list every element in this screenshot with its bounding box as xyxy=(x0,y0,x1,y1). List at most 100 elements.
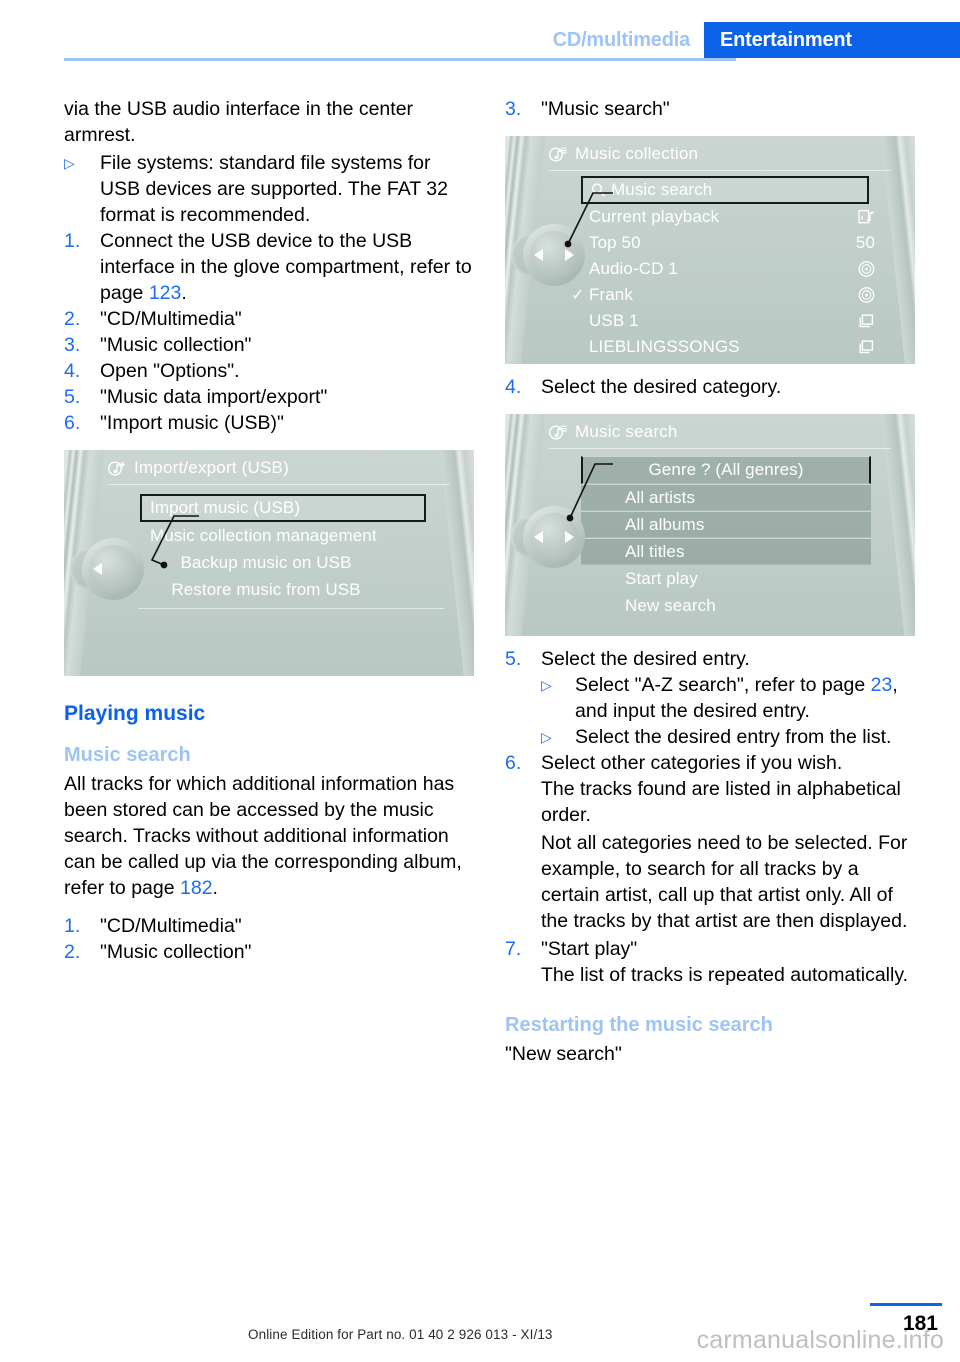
menu-item-label: Top 50 xyxy=(589,233,641,252)
menu-item-label: New search xyxy=(625,595,716,615)
music-search-description: All tracks for which additional informat… xyxy=(64,771,474,901)
knob-center-dots: ··· xyxy=(548,532,560,542)
menu-item-label: All artists xyxy=(625,487,696,507)
menu-item-usb-1[interactable]: USB 1 xyxy=(549,308,877,334)
step-marker: 7. xyxy=(505,938,522,960)
menu-item-all-albums[interactable]: All albums xyxy=(581,511,871,538)
screenshot-music-search: Music search Genre ? (All genres) All ar… xyxy=(505,414,915,636)
menu-item-frank[interactable]: ✓ Frank xyxy=(549,282,877,308)
list-item: 6. "Import music (USB)" xyxy=(64,410,474,436)
page-reference[interactable]: 182 xyxy=(180,877,213,899)
menu-item-import-music[interactable]: Import music (USB) xyxy=(140,494,426,522)
right-column: 3. "Music search" Music collection Music… xyxy=(505,96,915,1069)
list-item: 2. "CD/Multimedia" xyxy=(64,306,474,332)
menu-item-count: 50 xyxy=(855,233,875,252)
step-marker: 1. xyxy=(64,230,81,252)
page-reference[interactable]: 23 xyxy=(871,674,893,696)
music-note-list-icon xyxy=(549,146,568,163)
idrive-controller-knob[interactable] xyxy=(70,538,144,600)
triangle-bullet-icon: ▷ xyxy=(541,677,552,693)
menu-item-label: All albums xyxy=(625,514,705,534)
description-before: All tracks for which additional informat… xyxy=(64,773,462,899)
menu-item-label: Restore music from USB xyxy=(171,579,361,599)
music-note-list-icon xyxy=(549,424,568,441)
menu-item-music-collection-management[interactable]: Music collection management xyxy=(142,522,436,549)
menu-item-genre[interactable]: Genre ? (All genres) xyxy=(581,456,871,484)
triangle-left-icon xyxy=(534,531,543,543)
list-item: 2. "Music collection" xyxy=(64,939,474,965)
watermark: carmanualsonline.info xyxy=(696,1326,944,1354)
edition-note: Online Edition for Part no. 01 40 2 926 … xyxy=(248,1327,553,1342)
triangle-right-icon xyxy=(565,249,574,261)
menu-item-top-50[interactable]: Top 50 50 xyxy=(549,230,877,256)
triangle-right-icon xyxy=(565,531,574,543)
title-divider xyxy=(549,448,891,449)
step-text: Select the desired entry. xyxy=(541,648,750,670)
title-divider xyxy=(108,484,450,485)
sub-step-before: Select "A-Z search", refer to page xyxy=(575,674,871,696)
disc-icon xyxy=(858,287,875,304)
menu-item-start-play[interactable]: Start play xyxy=(581,565,871,592)
step-marker: 6. xyxy=(64,412,81,434)
screen-title-label: Music collection xyxy=(575,144,699,163)
menu-item-label: Audio-CD 1 xyxy=(589,259,678,278)
menu-item-all-titles[interactable]: All titles xyxy=(581,538,871,565)
sub-list-item: ▷ Select the desired entry from the list… xyxy=(505,724,915,750)
step-text: "CD/Multimedia" xyxy=(100,915,242,937)
menu-item-label: USB 1 xyxy=(589,311,639,330)
title-divider xyxy=(549,170,891,171)
menu-item-music-search[interactable]: Music search xyxy=(581,176,869,204)
check-icon: ✓ xyxy=(571,287,585,304)
menu-item-label: Frank xyxy=(589,285,633,304)
list-item: 4. Open "Options". xyxy=(64,358,474,384)
step-text: Open "Options". xyxy=(100,360,240,382)
sub-step-text: Select "A-Z search", refer to page 23, a… xyxy=(575,672,915,724)
breadcrumb-item-entertainment[interactable]: Entertainment xyxy=(704,22,960,58)
menu-item-new-search[interactable]: New search xyxy=(581,592,871,619)
step-marker: 5. xyxy=(64,386,81,408)
sub-list-item: ▷ Select "A-Z search", refer to page 23,… xyxy=(505,672,915,724)
menu-item-backup-music[interactable]: Backup music on USB xyxy=(108,549,436,576)
menu-item-lieblingssongs[interactable]: LIEBLINGSSONGS xyxy=(549,334,877,360)
step-marker: 3. xyxy=(505,98,522,120)
screen-menu: Genre ? (All genres) All artists All alb… xyxy=(581,456,871,619)
music-note-plus-icon xyxy=(108,460,127,477)
step-text: "Music data import/export" xyxy=(100,386,328,408)
info-music-icon xyxy=(858,209,875,226)
menu-item-label: Genre ? (All genres) xyxy=(648,460,804,479)
step-marker: 4. xyxy=(505,376,522,398)
description-after: . xyxy=(212,877,218,899)
header-divider xyxy=(64,58,736,61)
page-number-divider xyxy=(870,1303,942,1306)
bullet-file-systems: ▷ File systems: standard file systems fo… xyxy=(64,150,474,228)
screen-content: Music collection Music search Current pl… xyxy=(549,136,891,364)
screen-title: Import/export (USB) xyxy=(108,458,289,478)
menu-item-label: Import music (USB) xyxy=(150,498,301,517)
screen-title-label: Import/export (USB) xyxy=(134,458,289,477)
menu-item-label: Start play xyxy=(625,568,698,588)
screen-content: Import/export (USB) Import music (USB) M… xyxy=(108,450,450,676)
menu-item-label: Current playback xyxy=(589,207,720,226)
menu-item-restore-music[interactable]: Restore music from USB xyxy=(108,576,436,603)
step-marker: 3. xyxy=(64,334,81,356)
breadcrumb-item-cd-multimedia[interactable]: CD/multimedia xyxy=(543,22,704,58)
menu-item-audio-cd-1[interactable]: Audio-CD 1 xyxy=(549,256,877,282)
page-header: CD/multimedia Entertainment xyxy=(0,0,960,62)
step-marker: 6. xyxy=(505,752,522,774)
search-icon xyxy=(591,183,606,198)
menu-bottom-divider xyxy=(138,608,444,609)
menu-item-current-playback[interactable]: Current playback xyxy=(549,204,877,230)
step-text: Select other categories if you wish. xyxy=(541,752,843,774)
menu-item-all-artists[interactable]: All artists xyxy=(581,484,871,511)
subsection-title: Music search xyxy=(64,744,191,766)
breadcrumb: CD/multimedia Entertainment xyxy=(543,22,960,58)
idrive-controller-knob[interactable]: ··· xyxy=(511,506,585,568)
menu-item-label: LIEBLINGSSONGS xyxy=(589,337,740,356)
menu-item-label: Music search xyxy=(611,180,713,199)
bullet-file-systems-text: File systems: standard file systems for … xyxy=(100,152,448,226)
idrive-controller-knob[interactable] xyxy=(511,224,585,286)
folder-icon xyxy=(858,339,875,356)
page-reference[interactable]: 123 xyxy=(149,282,182,304)
screen-menu: Music search Current playback Top 50 50 … xyxy=(549,176,877,360)
